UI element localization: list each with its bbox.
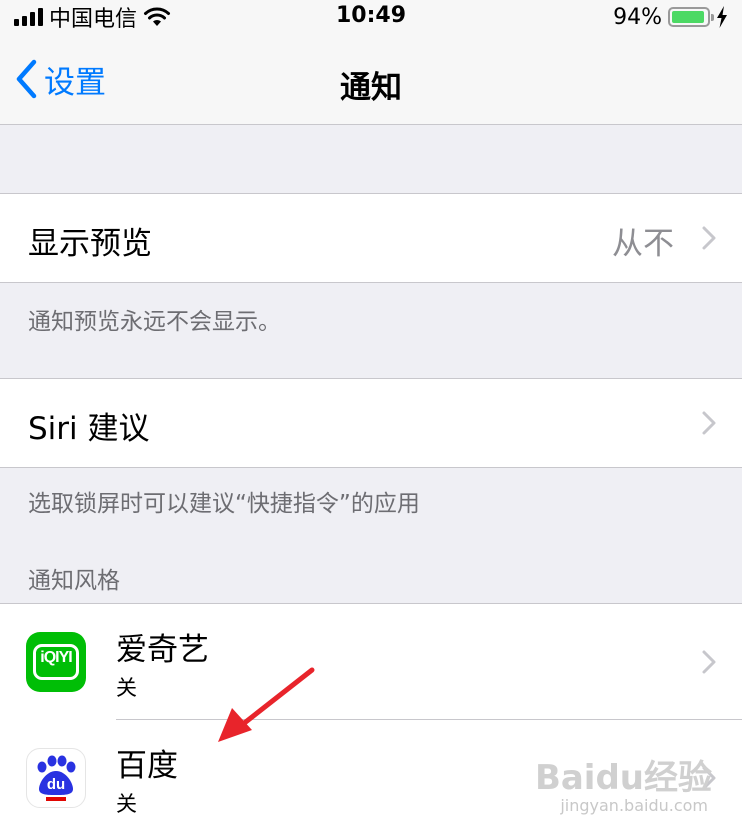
battery-icon <box>668 7 714 27</box>
siri-cell[interactable]: Siri 建议 <box>0 379 742 467</box>
preview-footer: 通知预览永远不会显示。 <box>28 309 281 335</box>
list-item[interactable]: iQIYI 爱奇艺 关 <box>0 604 742 719</box>
preview-value: 从不 <box>612 226 674 262</box>
baidu-icon-text: du <box>46 776 66 793</box>
chevron-right-icon <box>702 226 716 250</box>
siri-footer: 选取锁屏时可以建议“快捷指令”的应用 <box>28 491 420 517</box>
section-header: 通知风格 <box>28 568 120 594</box>
chevron-right-icon <box>702 411 716 435</box>
watermark: Baidu经验 <box>534 758 712 798</box>
iqiyi-icon: iQIYI <box>26 632 86 692</box>
page-title: 通知 <box>340 70 402 106</box>
watermark-sub: jingyan.baidu.com <box>560 796 708 815</box>
siri-label: Siri 建议 <box>28 411 150 447</box>
baidu-paw-icon: du <box>26 748 86 808</box>
status-right: 94% <box>613 4 728 30</box>
app-status: 关 <box>116 792 137 816</box>
navigation-bar: 设置 通知 <box>0 36 742 125</box>
status-bar: 中国电信 10:49 94% <box>0 0 742 36</box>
preview-label: 显示预览 <box>28 226 152 262</box>
app-name: 百度 <box>116 748 178 784</box>
iqiyi-icon-text: iQIYI <box>40 649 72 666</box>
separator <box>0 282 742 283</box>
separator <box>0 467 742 468</box>
preview-cell[interactable]: 显示预览 从不 <box>0 194 742 282</box>
charging-icon <box>717 6 727 28</box>
battery-percent: 94% <box>613 4 662 30</box>
app-name: 爱奇艺 <box>116 632 209 668</box>
chevron-right-icon <box>702 650 716 674</box>
battery-fill <box>672 11 704 23</box>
app-status: 关 <box>116 676 137 700</box>
